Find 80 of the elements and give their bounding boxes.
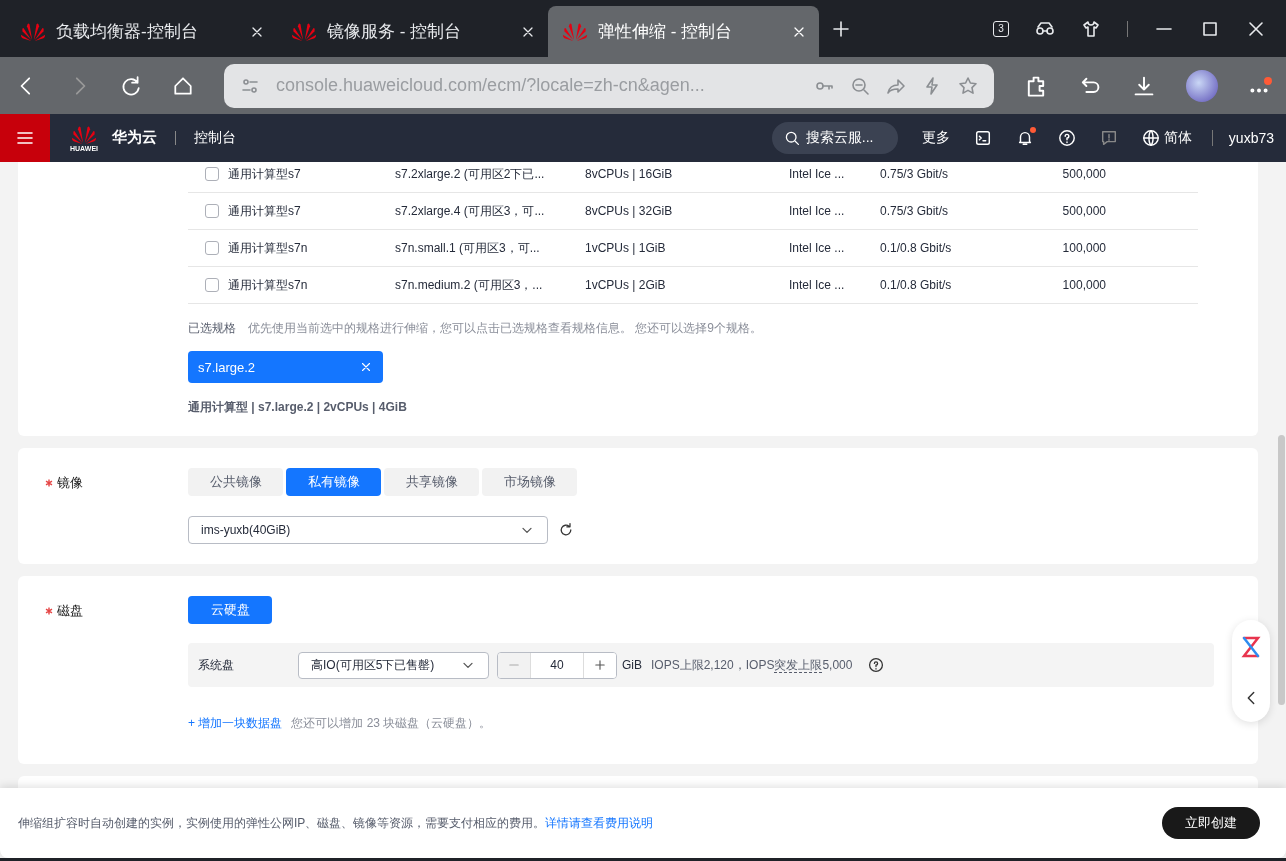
zoom-out-icon[interactable] [850, 75, 870, 96]
notification-dot [1264, 76, 1272, 85]
remove-icon[interactable] [359, 360, 373, 374]
browser-tab[interactable]: 弹性伸缩 - 控制台 [548, 6, 819, 57]
table-cell-text: 0.75/3 Gbit/s [880, 204, 950, 218]
image-type-tab[interactable]: 私有镜像 [286, 468, 381, 496]
field-label: 磁盘 [57, 603, 83, 618]
table-cell-text: 0.1/0.8 Gbit/s [880, 241, 953, 255]
console-link[interactable]: 控制台 [194, 129, 236, 147]
more-menu[interactable]: 更多 [921, 129, 950, 147]
browser-tab[interactable]: 负载均衡器-控制台 [6, 6, 277, 57]
table-cell-text: 0.1/0.8 Gbit/s [880, 278, 953, 292]
table-cell-text: Intel Ice ... [789, 204, 846, 218]
system-disk-label: 系统盘 [198, 656, 235, 674]
menu-button[interactable] [0, 114, 50, 162]
table-cell-text: 500,000 [1061, 204, 1106, 218]
table-cell-text: 通用计算型s7n [228, 276, 309, 294]
row-checkbox[interactable] [205, 204, 219, 218]
shirt-icon[interactable] [1081, 18, 1101, 39]
terminal-icon[interactable] [973, 129, 992, 147]
image-select[interactable]: ims-yuxb(40GiB) [188, 516, 548, 544]
huawei-logo-icon [291, 21, 317, 42]
table-cell-text: Intel Ice ... [789, 278, 846, 292]
iops-info: IOPS上限2,120，IOPS突发上限5,000 [651, 656, 853, 674]
image-type-tab[interactable]: 共享镜像 [384, 468, 479, 496]
table-cell-text: 通用计算型s7 [228, 165, 302, 183]
table-cell-text: Intel Ice ... [789, 167, 846, 181]
browser-tab[interactable]: 镜像服务 - 控制台 [277, 6, 548, 57]
assistant-icon[interactable] [1241, 635, 1261, 658]
notification-dot [1029, 127, 1036, 133]
huawei-logo-icon [71, 124, 97, 145]
selected-flavors-label: 已选规格 [188, 320, 236, 337]
add-data-disk-link[interactable]: + 增加一块数据盘 [188, 715, 283, 732]
table-cell-text: Intel Ice ... [789, 241, 846, 255]
globe-icon[interactable] [1141, 129, 1160, 147]
avatar[interactable] [1186, 69, 1218, 102]
table-cell-text: 0.75/3 Gbit/s [880, 167, 950, 181]
table-cell-text: 通用计算型s7 [228, 202, 302, 220]
huawei-logo-icon [562, 21, 588, 42]
feedback-icon[interactable] [1099, 129, 1118, 147]
table-cell-text: s7n.medium.2 (可用区3，... [395, 276, 544, 294]
field-label: 镜像 [57, 475, 83, 490]
tab-count[interactable]: 3 [993, 20, 1009, 37]
huawei-logo-icon [20, 21, 46, 42]
search-field[interactable]: 搜索云服... [771, 122, 898, 154]
language-menu[interactable]: 简体 [1141, 129, 1192, 147]
reload-icon[interactable] [120, 74, 142, 97]
table-cell-text: 1vCPUs | 2GiB [585, 278, 667, 292]
row-checkbox[interactable] [205, 241, 219, 255]
size-unit: GiB [622, 658, 642, 672]
table-cell-text: 500,000 [1061, 167, 1106, 181]
brand-name[interactable]: 华为云 [112, 128, 157, 148]
table-cell-text: 8vCPUs | 16GiB [585, 167, 674, 181]
table-cell-text: 8vCPUs | 32GiB [585, 204, 674, 218]
row-checkbox[interactable] [205, 167, 219, 181]
cloud-disk-button[interactable]: 云硬盘 [188, 596, 272, 624]
disk-type-select[interactable]: 高IO(可用区5下已售罄) [298, 651, 489, 679]
flavor-summary: 通用计算型 | s7.large.2 | 2vCPUs | 4GiB [188, 399, 408, 416]
user-menu[interactable]: yuxb73 [1211, 130, 1274, 146]
table-cell-text: 100,000 [1061, 278, 1106, 292]
table-cell-text: 1vCPUs | 1GiB [585, 241, 667, 255]
table-cell-text: s7n.small.1 (可用区3，可... [395, 239, 541, 257]
create-button[interactable]: 立即创建 [1162, 807, 1260, 839]
plus-icon[interactable] [831, 18, 851, 39]
image-type-tab[interactable]: 公共镜像 [188, 468, 283, 496]
row-checkbox[interactable] [205, 278, 219, 292]
selected-flavors-hint: 优先使用当前选中的规格进行伸缩，您可以点击已选规格查看规格信息。 您还可以选择9个规格。 [248, 320, 762, 337]
search-icon[interactable] [783, 130, 800, 146]
fee-details-link[interactable]: 详情请查看费用说明 [545, 815, 654, 830]
add-disk-hint: 您还可以增加 23 块磁盘（云硬盘）。 [291, 715, 492, 732]
help-icon[interactable] [868, 657, 885, 673]
table-cell-text: s7.2xlarge.2 (可用区2下已... [395, 165, 546, 183]
fee-notice: 伸缩组扩容时自动创建的实例，实例使用的弹性公网IP、磁盘、镜像等资源，需要支付相应的费用。详情请查看费用说明 [18, 814, 655, 832]
table-cell-text: s7.2xlarge.4 (可用区3，可... [395, 202, 546, 220]
table-cell-text: 通用计算型s7n [228, 239, 309, 257]
flavor-tag[interactable]: s7.large.2 [188, 351, 383, 383]
table-cell-text: 100,000 [1061, 241, 1106, 255]
image-type-tab[interactable]: 市场镜像 [482, 468, 577, 496]
star-icon[interactable] [958, 75, 978, 96]
refresh-icon[interactable] [558, 522, 574, 538]
